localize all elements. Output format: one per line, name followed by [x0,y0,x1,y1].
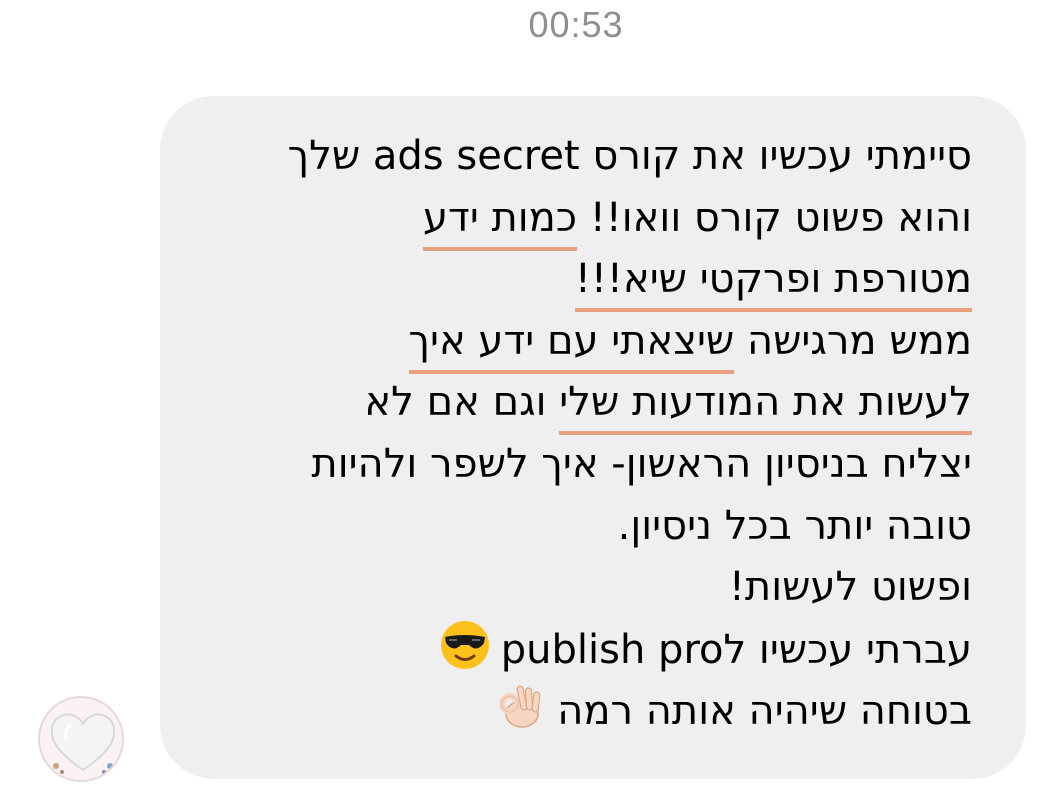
message-line: בטוחה שיהיה אותה רמה [172,680,972,742]
message-line-text: סיימתי עכשיו את קורס ads secret שלך [287,133,972,179]
message-line-text: וגם אם לא [364,379,560,426]
message-timestamp: 00:53 [528,4,624,45]
chat-screen: 00:53 סיימתי עכשיו את קורס ads secret של… [0,0,1062,812]
message-line: ממש מרגישה שיצאתי עם ידע איך [172,311,972,374]
message-text: סיימתי עכשיו את קורס ads secret שלך והוא… [172,126,972,742]
highlighted-text: שיצאתי עם ידע איך [408,317,735,374]
highlighted-text: מטורפת ופרקטי שיא!!! [574,256,972,313]
sunglasses-face-icon [440,620,489,669]
highlighted-text: כמות ידע [422,194,577,251]
message-line: עברתי עכשיו לpublish pro [172,619,972,681]
ok-hand-icon [499,685,541,729]
message-line-text: בטוחה שיהיה אותה רמה [557,688,972,735]
message-line-text: והוא פשוט קורס וואו!! [577,194,972,241]
avatar[interactable] [38,696,124,782]
message-line-text: טובה יותר בכל ניסיון. [617,502,972,549]
message-line: והוא פשוט קורס וואו!! כמות ידע [172,188,972,251]
message-line-text: יצליח בניסיון הראשון- איך לשפר ולהיות [311,440,972,487]
highlighted-text: לעשות את המודעות שלי [559,379,972,436]
message-line: מטורפת ופרקטי שיא!!! [172,249,972,313]
message-line: לעשות את המודעות שלי וגם אם לא [172,372,972,436]
message-line: טובה יותר בכל ניסיון. [172,496,972,558]
message-line: ופשוט לעשות! [172,557,972,619]
message-line-text: עברתי עכשיו לpublish pro [500,626,972,673]
message-line-text: ממש מרגישה [734,317,972,364]
message-line-text: ופשוט לעשות! [728,564,972,611]
message-line: יצליח בניסיון הראשון- איך לשפר ולהיות [172,434,972,496]
white-heart-icon [42,700,122,780]
message-line: סיימתי עכשיו את קורס ads secret שלך [172,126,972,188]
